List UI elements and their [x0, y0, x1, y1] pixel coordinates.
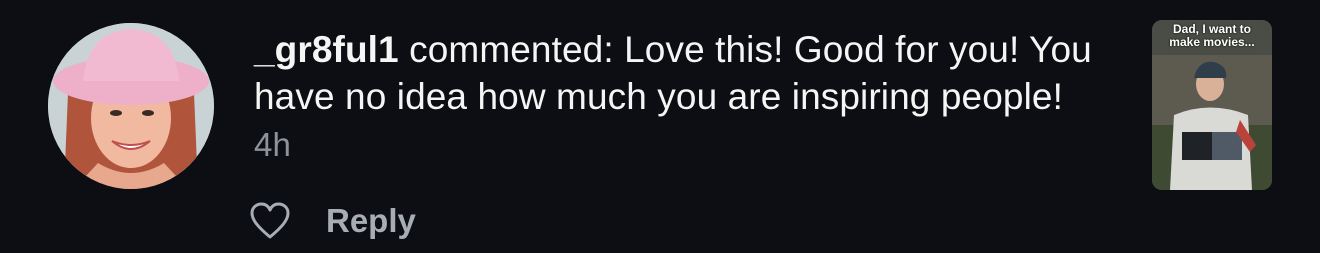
comment-body: _gr8ful1 commented: Love this! Good for … — [254, 26, 1094, 168]
comment-actions: Reply — [250, 198, 416, 244]
post-thumbnail[interactable]: Dad, I want to make movies... — [1152, 20, 1272, 190]
avatar-image — [48, 23, 214, 189]
reply-button[interactable]: Reply — [326, 202, 416, 240]
comment-action: commented: — [398, 29, 625, 70]
thumbnail-caption: Dad, I want to make movies... — [1169, 22, 1255, 49]
timestamp: 4h — [254, 126, 291, 163]
username[interactable]: _gr8ful1 — [254, 29, 399, 70]
avatar[interactable] — [48, 23, 214, 189]
comment-notification[interactable]: _gr8ful1 commented: Love this! Good for … — [0, 0, 1320, 253]
heart-outline-icon[interactable] — [250, 202, 290, 240]
